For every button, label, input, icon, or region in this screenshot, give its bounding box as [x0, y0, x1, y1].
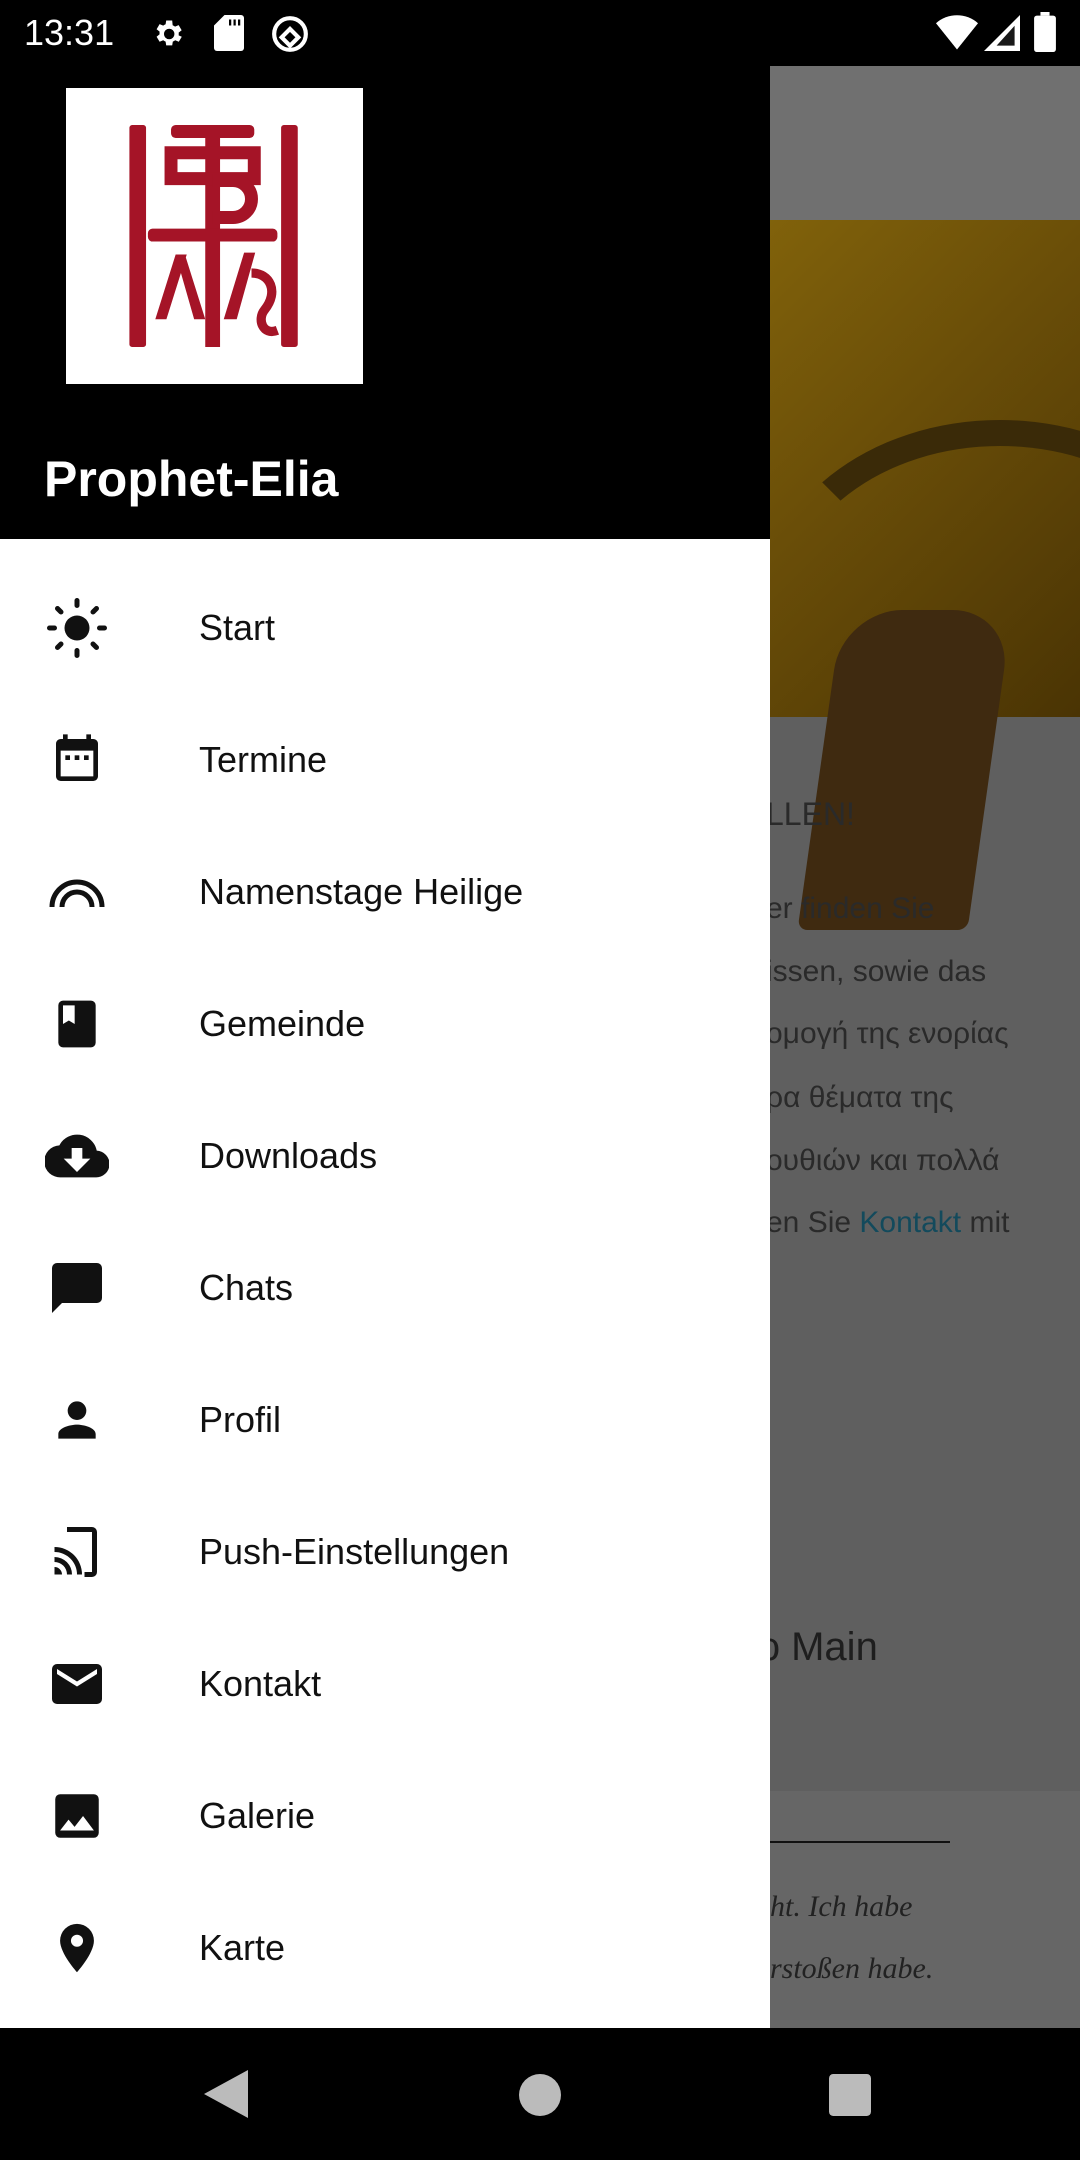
menu-item-profil[interactable]: Profil	[0, 1354, 770, 1486]
menu-item-label: Namenstage Heilige	[199, 871, 524, 912]
menu-item-label: Downloads	[199, 1135, 378, 1176]
menu-item-push-einstellungen[interactable]: Push-Einstellungen	[0, 1486, 770, 1618]
menu-item-chats[interactable]: Chats	[0, 1222, 770, 1354]
book-icon	[44, 991, 110, 1057]
wifi-icon	[936, 15, 978, 50]
home-button[interactable]	[519, 2074, 561, 2116]
menu-item-label: Kontakt	[199, 1663, 322, 1704]
menu-item-kontakt[interactable]: Kontakt	[0, 1618, 770, 1750]
menu-item-start[interactable]: Start	[0, 562, 770, 694]
mail-icon	[44, 1651, 110, 1717]
gear-icon	[156, 20, 182, 46]
battery-icon	[1034, 12, 1056, 52]
menu-item-label: Profil	[199, 1399, 282, 1440]
sd-card-icon	[214, 15, 244, 51]
rainbow-icon	[44, 859, 110, 925]
navigation-drawer: Prophet-Elia Start Termine Namenstage He…	[0, 0, 770, 2028]
sun-icon	[44, 595, 110, 661]
location-pin-icon	[44, 1915, 110, 1981]
menu-item-termine[interactable]: Termine	[0, 694, 770, 826]
menu-item-label: Termine	[199, 739, 328, 780]
vpn-icon	[272, 16, 308, 52]
clock: 13:31	[24, 12, 115, 53]
menu-item-karte[interactable]: Karte	[0, 1882, 770, 2014]
drawer-header: Prophet-Elia	[0, 0, 770, 539]
back-button[interactable]	[204, 2070, 248, 2118]
menu-item-namenstage-heilige[interactable]: Namenstage Heilige	[0, 826, 770, 958]
menu-item-label: Chats	[199, 1267, 294, 1308]
cast-icon	[44, 1519, 110, 1585]
calendar-icon	[44, 727, 110, 793]
logo-monogram	[129, 125, 298, 347]
menu-item-downloads[interactable]: Downloads	[0, 1090, 770, 1222]
menu-item-galerie[interactable]: Galerie	[0, 1750, 770, 1882]
signal-icon	[984, 15, 1020, 51]
menu-item-gemeinde[interactable]: Gemeinde	[0, 958, 770, 1090]
drawer-title: Prophet-Elia	[44, 451, 339, 507]
menu-item-label: Galerie	[199, 1795, 316, 1836]
church-logo	[66, 88, 363, 384]
person-icon	[44, 1387, 110, 1453]
menu-item-label: Push-Einstellungen	[199, 1531, 510, 1572]
recents-button[interactable]	[829, 2074, 871, 2116]
drawer-scrim[interactable]	[770, 66, 1080, 2028]
cloud-download-icon	[44, 1123, 110, 1189]
menu-item-label: Karte	[199, 1927, 286, 1968]
image-icon	[44, 1783, 110, 1849]
chat-icon	[44, 1255, 110, 1321]
menu-item-label: Start	[199, 607, 276, 648]
menu-item-label: Gemeinde	[199, 1003, 366, 1044]
status-bar: 13:31	[0, 0, 1080, 66]
system-navigation-bar	[0, 2028, 1080, 2160]
